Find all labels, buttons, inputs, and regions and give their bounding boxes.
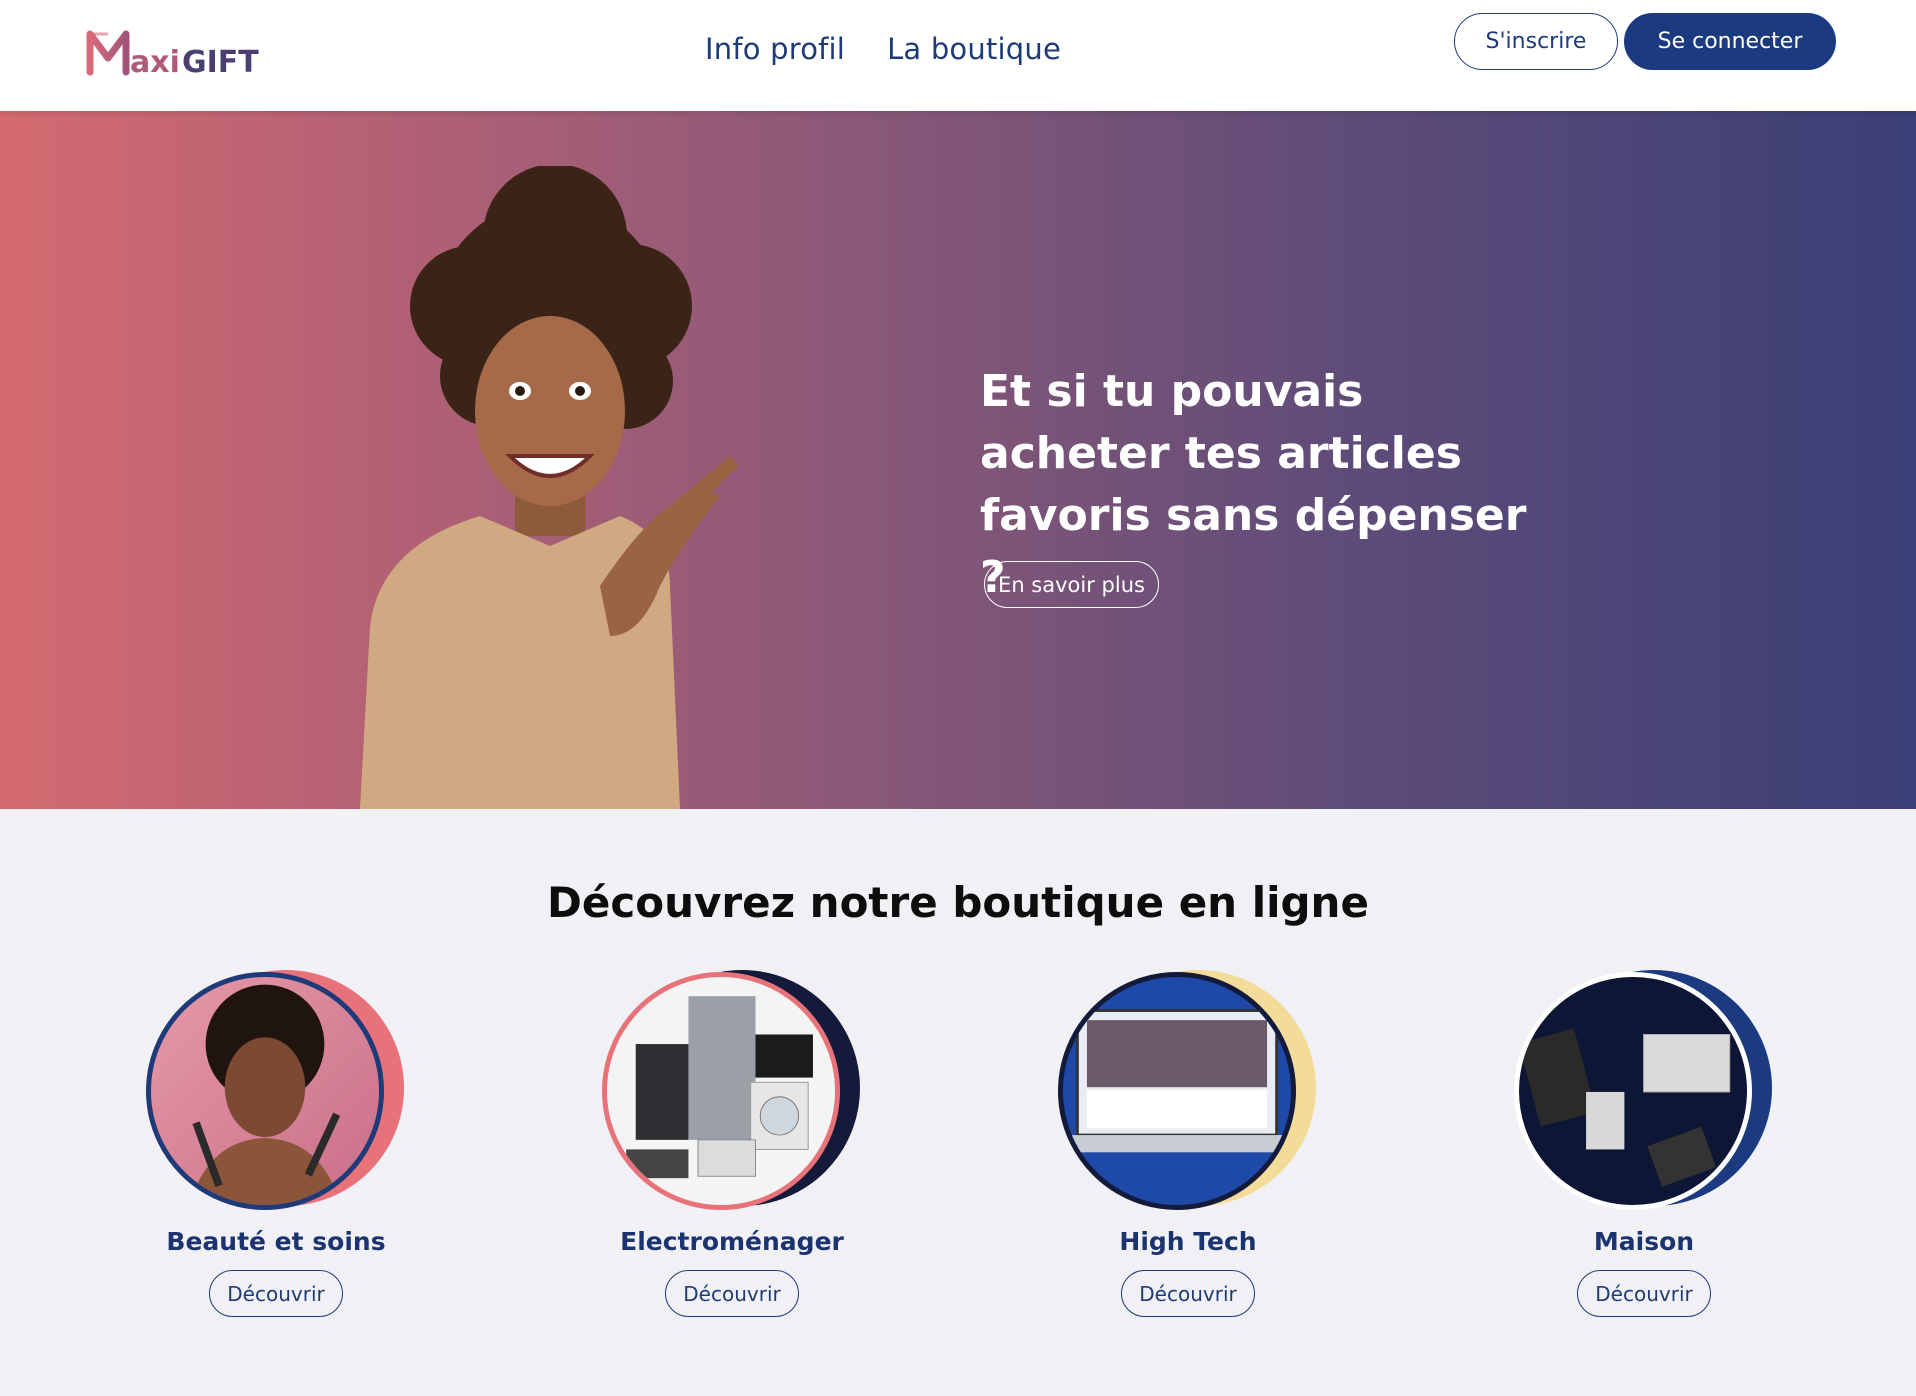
shop-section-title: Découvrez notre boutique en ligne bbox=[547, 878, 1369, 927]
hero-banner: Et si tu pouvais acheter tes articles fa… bbox=[0, 111, 1916, 809]
laptop-photo bbox=[1058, 972, 1296, 1210]
category-label: High Tech bbox=[1119, 1227, 1257, 1256]
category-image-high-tech[interactable] bbox=[1058, 970, 1318, 1215]
discover-button[interactable]: Découvrir bbox=[209, 1270, 343, 1317]
beauty-photo bbox=[146, 972, 384, 1210]
category-image-maison[interactable] bbox=[1514, 970, 1774, 1215]
category-maison: Maison Découvrir bbox=[1494, 970, 1794, 1317]
category-label: Beauté et soins bbox=[166, 1227, 386, 1256]
discover-button[interactable]: Découvrir bbox=[1121, 1270, 1255, 1317]
category-image-beaute[interactable] bbox=[146, 970, 406, 1215]
login-button[interactable]: Se connecter bbox=[1624, 13, 1836, 70]
logo-icon: axi GIFT bbox=[86, 30, 259, 80]
svg-text:axi: axi bbox=[130, 45, 180, 80]
home-products-photo bbox=[1514, 972, 1752, 1210]
appliances-photo bbox=[602, 972, 840, 1210]
nav-info-profil[interactable]: Info profil bbox=[705, 32, 845, 66]
main-nav: Info profil La boutique bbox=[705, 32, 1061, 66]
category-beaute: Beauté et soins Découvrir bbox=[126, 970, 426, 1317]
learn-more-button[interactable]: En savoir plus bbox=[984, 561, 1159, 608]
category-high-tech: High Tech Découvrir bbox=[1038, 970, 1338, 1317]
category-image-electromenager[interactable] bbox=[602, 970, 862, 1215]
category-label: Maison bbox=[1593, 1227, 1695, 1256]
nav-la-boutique[interactable]: La boutique bbox=[887, 32, 1061, 66]
category-label: Electroménager bbox=[620, 1227, 844, 1256]
signup-button[interactable]: S'inscrire bbox=[1454, 13, 1618, 70]
category-electromenager: Electroménager Découvrir bbox=[582, 970, 882, 1317]
hero-woman-image bbox=[360, 166, 738, 809]
maxigift-logo[interactable]: axi GIFT bbox=[86, 24, 286, 80]
discover-button[interactable]: Découvrir bbox=[1577, 1270, 1711, 1317]
site-header: axi GIFT Info profil La boutique S'inscr… bbox=[0, 0, 1916, 111]
svg-text:GIFT: GIFT bbox=[182, 45, 259, 80]
discover-button[interactable]: Découvrir bbox=[665, 1270, 799, 1317]
